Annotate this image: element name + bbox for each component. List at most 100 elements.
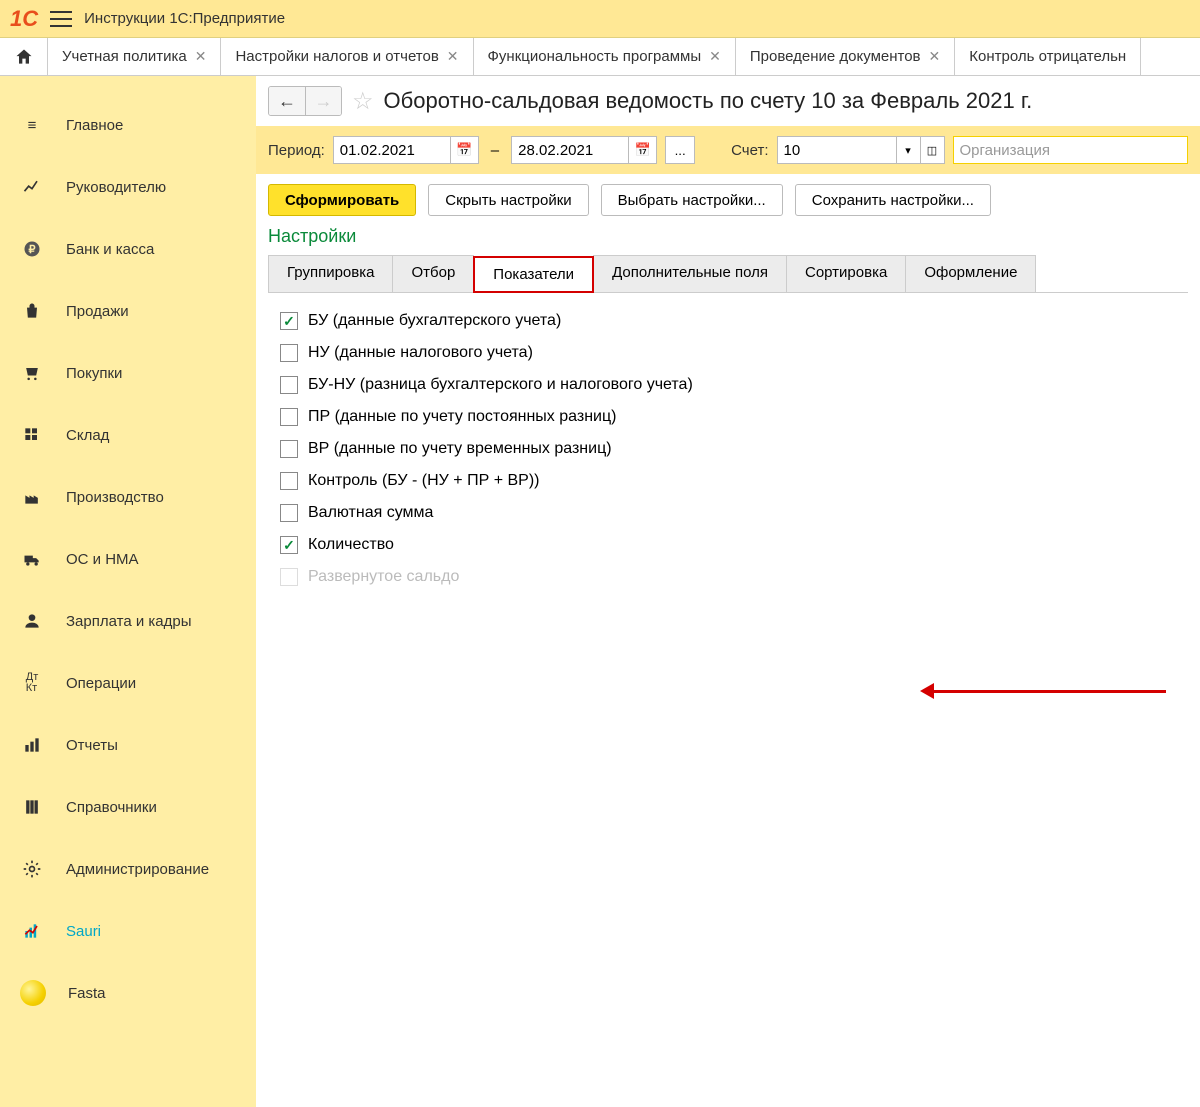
checkbox bbox=[280, 568, 298, 586]
title-row: ← → ☆ Оборотно-сальдовая ведомость по сч… bbox=[256, 76, 1200, 126]
nav-buttons: ← → bbox=[268, 86, 342, 116]
checkbox[interactable] bbox=[280, 408, 298, 426]
annotation-arrow bbox=[926, 690, 1166, 693]
favorite-icon[interactable]: ☆ bbox=[352, 87, 374, 116]
sidebar-label: Производство bbox=[66, 489, 164, 506]
page-title: Оборотно-сальдовая ведомость по счету 10… bbox=[384, 88, 1033, 114]
dropdown-icon[interactable]: ▾ bbox=[897, 136, 921, 164]
indicator-row[interactable]: БУ-НУ (разница бухгалтерского и налогово… bbox=[280, 369, 1176, 401]
sidebar-label: Администрирование bbox=[66, 861, 209, 878]
indicator-row: Развернутое сальдо bbox=[280, 561, 1176, 593]
sidebar-label: ОС и НМА bbox=[66, 551, 139, 568]
tab-sorting[interactable]: Сортировка bbox=[786, 255, 906, 292]
cart-icon bbox=[20, 361, 44, 385]
indicator-row[interactable]: ПР (данные по учету постоянных разниц) bbox=[280, 401, 1176, 433]
indicator-row[interactable]: ✓ БУ (данные бухгалтерского учета) bbox=[280, 305, 1176, 337]
tab-negative-control[interactable]: Контроль отрицательн bbox=[955, 38, 1141, 75]
sidebar-item-purchases[interactable]: Покупки bbox=[0, 342, 256, 404]
button-bar: Сформировать Скрыть настройки Выбрать на… bbox=[256, 174, 1200, 226]
sidebar-item-admin[interactable]: Администрирование bbox=[0, 838, 256, 900]
tab-label: Учетная политика bbox=[62, 48, 187, 65]
indicator-list: ✓ БУ (данные бухгалтерского учета) НУ (дан… bbox=[256, 293, 1200, 605]
sidebar-label: Покупки bbox=[66, 365, 122, 382]
checkbox[interactable] bbox=[280, 440, 298, 458]
date-to-input[interactable] bbox=[511, 136, 629, 164]
person-icon bbox=[20, 609, 44, 633]
choose-settings-button[interactable]: Выбрать настройки... bbox=[601, 184, 783, 216]
indicator-label: БУ (данные бухгалтерского учета) bbox=[308, 312, 561, 330]
sidebar-item-sauri[interactable]: Sauri bbox=[0, 900, 256, 962]
checkbox[interactable] bbox=[280, 344, 298, 362]
sidebar-item-operations[interactable]: ДтКтОперации bbox=[0, 652, 256, 714]
indicator-row[interactable]: НУ (данные налогового учета) bbox=[280, 337, 1176, 369]
forward-button[interactable]: → bbox=[305, 87, 341, 115]
sauri-icon bbox=[20, 919, 44, 943]
indicator-row[interactable]: Валютная сумма bbox=[280, 497, 1176, 529]
main-content: ← → ☆ Оборотно-сальдовая ведомость по сч… bbox=[256, 76, 1200, 1107]
checkbox[interactable]: ✓ bbox=[280, 536, 298, 554]
indicator-row[interactable]: ✓Количество bbox=[280, 529, 1176, 561]
period-picker-button[interactable]: ... bbox=[665, 136, 695, 164]
sidebar-item-reports[interactable]: Отчеты bbox=[0, 714, 256, 776]
bag-icon bbox=[20, 299, 44, 323]
tab-documents[interactable]: Проведение документов ✕ bbox=[736, 38, 955, 75]
sidebar-item-warehouse[interactable]: Склад bbox=[0, 404, 256, 466]
gear-icon bbox=[20, 857, 44, 881]
indicator-label: Валютная сумма bbox=[308, 504, 433, 522]
organization-field[interactable]: Организация bbox=[953, 136, 1189, 164]
indicator-row[interactable]: Контроль (БУ - (НУ + ПР + ВР)) bbox=[280, 465, 1176, 497]
sidebar-label: Главное bbox=[66, 117, 123, 134]
tab-filter[interactable]: Отбор bbox=[392, 255, 474, 292]
checkbox[interactable] bbox=[280, 376, 298, 394]
home-icon bbox=[14, 47, 34, 67]
calendar-icon[interactable]: 📅 bbox=[451, 136, 479, 164]
checkbox[interactable] bbox=[280, 472, 298, 490]
indicator-row[interactable]: ВР (данные по учету временных разниц) bbox=[280, 433, 1176, 465]
save-settings-button[interactable]: Сохранить настройки... bbox=[795, 184, 991, 216]
sidebar-label: Руководителю bbox=[66, 179, 166, 196]
tab-additional-fields[interactable]: Дополнительные поля bbox=[593, 255, 787, 292]
sidebar-item-main[interactable]: ≡ Главное bbox=[0, 94, 256, 156]
tab-label: Функциональность программы bbox=[488, 48, 702, 65]
close-icon[interactable]: ✕ bbox=[929, 48, 941, 65]
checkbox[interactable] bbox=[280, 504, 298, 522]
date-from-input[interactable] bbox=[333, 136, 451, 164]
tab-label: Проведение документов bbox=[750, 48, 921, 65]
home-tab[interactable] bbox=[0, 38, 48, 75]
generate-button[interactable]: Сформировать bbox=[268, 184, 416, 216]
operations-icon: ДтКт bbox=[20, 671, 44, 695]
chart-line-icon bbox=[20, 175, 44, 199]
sidebar-item-fasta[interactable]: Fasta bbox=[0, 962, 256, 1024]
close-icon[interactable]: ✕ bbox=[709, 48, 721, 65]
checkbox[interactable]: ✓ bbox=[280, 312, 298, 330]
account-input[interactable] bbox=[777, 136, 897, 164]
calendar-icon[interactable]: 📅 bbox=[629, 136, 657, 164]
sidebar-label: Зарплата и кадры bbox=[66, 613, 192, 630]
tab-design[interactable]: Оформление bbox=[905, 255, 1036, 292]
hide-settings-button[interactable]: Скрыть настройки bbox=[428, 184, 588, 216]
fasta-icon bbox=[20, 980, 46, 1006]
list-icon: ≡ bbox=[20, 113, 44, 137]
sidebar-item-production[interactable]: Производство bbox=[0, 466, 256, 528]
sidebar-item-hr[interactable]: Зарплата и кадры bbox=[0, 590, 256, 652]
tab-functionality[interactable]: Функциональность программы ✕ bbox=[474, 38, 736, 75]
sidebar-item-assets[interactable]: ОС и НМА bbox=[0, 528, 256, 590]
close-icon[interactable]: ✕ bbox=[195, 48, 207, 65]
indicator-label: ВР (данные по учету временных разниц) bbox=[308, 440, 612, 458]
close-icon[interactable]: ✕ bbox=[447, 48, 459, 65]
indicator-label: НУ (данные налогового учета) bbox=[308, 344, 533, 362]
back-button[interactable]: ← bbox=[269, 87, 305, 115]
tab-tax-settings[interactable]: Настройки налогов и отчетов✕ bbox=[221, 38, 473, 75]
indicator-label: ПР (данные по учету постоянных разниц) bbox=[308, 408, 616, 426]
sidebar-item-sales[interactable]: Продажи bbox=[0, 280, 256, 342]
sidebar-label: Справочники bbox=[66, 799, 157, 816]
open-icon[interactable]: ◫ bbox=[921, 136, 945, 164]
tab-grouping[interactable]: Группировка bbox=[268, 255, 393, 292]
sidebar-item-catalogs[interactable]: Справочники bbox=[0, 776, 256, 838]
sidebar-item-bank[interactable]: ₽Банк и касса bbox=[0, 218, 256, 280]
sidebar-item-manager[interactable]: Руководителю bbox=[0, 156, 256, 218]
tab-accounting-policy[interactable]: Учетная политика ✕ bbox=[48, 38, 221, 75]
indicator-label: Развернутое сальдо bbox=[308, 568, 459, 586]
tab-indicators[interactable]: Показатели bbox=[473, 256, 594, 293]
menu-icon[interactable] bbox=[50, 11, 72, 27]
